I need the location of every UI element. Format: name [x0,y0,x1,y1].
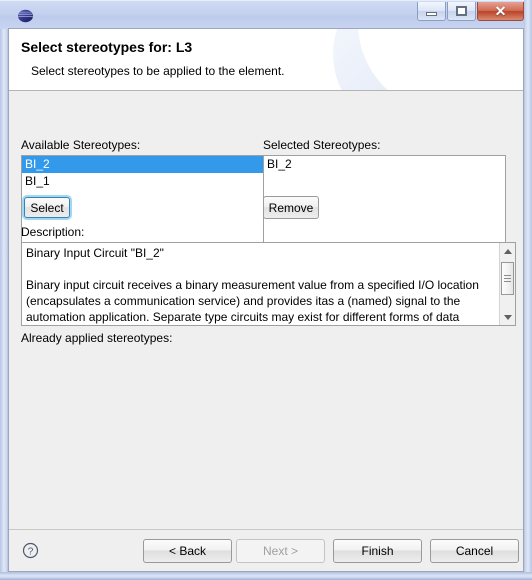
scrollbar-thumb[interactable] [501,262,514,295]
description-scrollbar[interactable] [499,243,515,325]
minimize-button[interactable] [417,2,446,21]
description-label: Description: [21,225,85,239]
description-box[interactable]: Binary Input Circuit "BI_2" Binary input… [21,242,516,326]
next-button: Next > [236,539,325,563]
close-icon: ✕ [494,3,507,19]
dialog-footer: ? < Back Next > Finish Cancel [9,529,523,571]
dialog-content: Available Stereotypes: BI_2 BI_1 Select … [9,91,523,529]
window-controls: ✕ [417,2,524,21]
description-text: Binary Input Circuit "BI_2" Binary input… [26,246,479,324]
already-applied-label: Already applied stereotypes: [21,331,173,345]
back-button[interactable]: < Back [143,539,232,563]
close-button[interactable]: ✕ [477,2,524,21]
window-border-right [524,0,532,580]
maximize-button[interactable] [447,2,476,21]
finish-button[interactable]: Finish [333,539,422,563]
eclipse-globe-icon [17,7,34,24]
help-icon[interactable]: ? [22,542,39,559]
remove-button[interactable]: Remove [263,196,319,219]
chevron-down-icon [503,314,512,320]
svg-text:?: ? [28,546,34,557]
available-stereotypes-label: Available Stereotypes: [21,138,141,152]
header-decoration-overlay [358,29,523,90]
grip-icon [504,273,511,284]
restore-icon [456,6,467,16]
wizard-header: Select stereotypes for: L3 Select stereo… [9,29,523,91]
select-button[interactable]: Select [24,197,70,218]
scroll-up-button[interactable] [500,243,515,259]
dialog-body: Select stereotypes for: L3 Select stereo… [8,28,524,572]
cancel-button[interactable]: Cancel [430,539,519,563]
list-item[interactable]: BI_2 [264,156,505,173]
selected-stereotypes-label: Selected Stereotypes: [263,138,381,152]
page-title: Select stereotypes for: L3 [21,39,193,55]
window-border-bottom [0,572,532,580]
scroll-down-button[interactable] [500,309,515,325]
title-bar[interactable]: ✕ [0,0,532,29]
dialog-window: ✕ Select stereotypes for: L3 Select ster… [0,0,532,580]
chevron-up-icon [503,248,512,254]
already-applied-area [21,349,516,509]
list-item[interactable]: BI_2 [22,156,263,173]
page-subtitle: Select stereotypes to be applied to the … [31,64,285,78]
list-item[interactable]: BI_1 [22,173,263,190]
minimize-icon [426,11,437,16]
